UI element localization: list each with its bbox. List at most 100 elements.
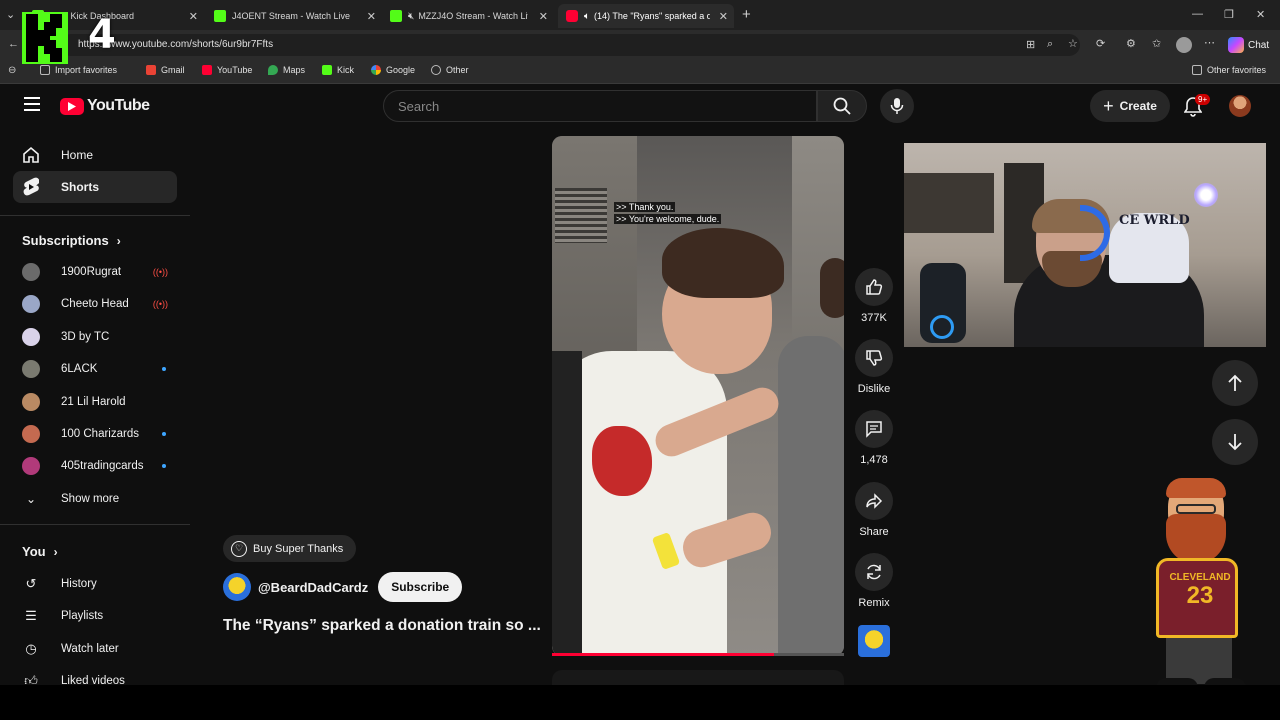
url-field[interactable]: https://www.youtube.com/shorts/6ur9br7Ff… xyxy=(60,34,1080,56)
subscription-item[interactable]: 1900Rugrat ((•)) xyxy=(22,260,172,284)
bookmark-google[interactable]: Google xyxy=(371,65,415,75)
watch-later-icon: ◷ xyxy=(25,641,37,656)
subscription-item[interactable]: 405tradingcards xyxy=(22,454,172,478)
subscription-item[interactable]: 3D by TC xyxy=(22,325,172,349)
avatar-glasses xyxy=(1176,504,1216,514)
voice-search-button[interactable] xyxy=(880,89,914,123)
other-favorites-folder[interactable]: Other favorites xyxy=(1192,65,1266,75)
bookmark-gmail[interactable]: Gmail xyxy=(146,65,185,75)
speaker-icon[interactable]: 🔈︎ xyxy=(584,11,590,22)
channel-avatar xyxy=(22,328,40,346)
close-tab-icon[interactable]: ✕ xyxy=(719,10,728,23)
muted-speaker-icon[interactable]: 🔇︎ xyxy=(408,11,414,22)
subscription-item[interactable]: Cheeto Head ((•)) xyxy=(22,292,172,316)
more-icon[interactable]: ⋯ xyxy=(1204,36,1215,49)
close-tab-icon[interactable]: ✕ xyxy=(189,10,198,23)
browser-tab-2[interactable]: J4OENT Stream - Watch Live on Ki ✕ xyxy=(206,4,382,28)
browser-tab-4[interactable]: 🔈︎ (14) The "Ryans" sparked a do ✕ xyxy=(558,4,734,28)
live-indicator-icon: ((•)) xyxy=(152,267,168,277)
close-tab-icon[interactable]: ✕ xyxy=(539,10,548,23)
share-icon xyxy=(855,482,893,520)
notifications-button[interactable]: 9+ xyxy=(1183,94,1211,122)
browser-tab-3[interactable]: 🔇︎ MZZJ4O Stream - Watch Live ✕ xyxy=(382,4,554,28)
bookmark-import-favorites[interactable]: Import favorites xyxy=(40,65,117,75)
bookmark-kick[interactable]: Kick xyxy=(322,65,354,75)
tab-list-icon[interactable]: ⌄ xyxy=(6,8,15,21)
favorite-star-icon[interactable]: ☆ xyxy=(1068,37,1078,50)
sound-thumbnail[interactable] xyxy=(858,625,890,657)
globe-icon xyxy=(431,65,441,75)
comment-icon xyxy=(855,410,893,448)
app-icon[interactable]: ⊞ xyxy=(1026,38,1035,51)
channel-row: @BeardDadCardz Subscribe xyxy=(223,571,463,603)
search-input[interactable]: Search xyxy=(383,90,817,122)
short-title[interactable]: The “Ryans” sparked a donation train so … xyxy=(223,617,541,635)
close-window-icon[interactable]: ✕ xyxy=(1256,8,1265,21)
jersey-number-text: 23 xyxy=(1186,582,1214,609)
remix-button[interactable]: Remix xyxy=(852,553,896,609)
caption-line-1: >> Thank you. xyxy=(614,202,676,212)
bookmark-youtube[interactable]: YouTube xyxy=(202,65,252,75)
channel-name[interactable]: @BeardDadCardz xyxy=(258,580,368,595)
minimize-icon[interactable]: — xyxy=(1192,8,1203,20)
channel-avatar[interactable] xyxy=(223,573,251,601)
background-person xyxy=(778,336,844,656)
refresh-icon[interactable]: ⟳ xyxy=(1096,37,1105,50)
account-avatar[interactable] xyxy=(1229,95,1251,117)
collections-icon[interactable]: ✩ xyxy=(1152,37,1161,50)
video-progress-bar[interactable] xyxy=(552,653,844,656)
home-icon xyxy=(13,146,49,164)
chevron-right-icon: › xyxy=(53,544,58,559)
like-button[interactable]: 377K xyxy=(852,268,896,324)
channel-avatar xyxy=(22,393,40,411)
short-video-player[interactable]: >> Thank you. >> You're welcome, dude. xyxy=(552,136,844,656)
previous-short-button[interactable] xyxy=(1212,360,1258,406)
sidebar-item-history[interactable]: ↺ History xyxy=(22,572,172,596)
show-more-button[interactable]: ⌄ Show more xyxy=(22,487,172,511)
search-button[interactable] xyxy=(817,90,867,122)
profile-icon[interactable] xyxy=(1176,37,1192,53)
zoom-icon[interactable]: ⌕ xyxy=(1047,38,1053,51)
arrow-up-icon xyxy=(1228,374,1242,391)
subscription-item[interactable]: 21 Lil Harold xyxy=(22,390,172,414)
new-tab-icon[interactable]: + xyxy=(742,6,751,23)
subscriptions-heading[interactable]: Subscriptions › xyxy=(22,233,121,248)
bookmark-other[interactable]: Other xyxy=(431,65,469,75)
back-icon[interactable]: ← xyxy=(8,38,19,50)
channel-avatar xyxy=(22,425,40,443)
sidebar-item-home[interactable]: Home xyxy=(13,139,177,171)
close-tab-icon[interactable]: ✕ xyxy=(367,10,376,23)
youtube-play-icon xyxy=(60,97,84,115)
share-button[interactable]: Share xyxy=(852,482,896,538)
avatar-hair xyxy=(1166,478,1226,498)
create-button[interactable]: + Create xyxy=(1090,90,1170,122)
subscription-item[interactable]: 100 Charizards xyxy=(22,422,172,446)
next-short-button[interactable] xyxy=(1212,419,1258,465)
sidebar-item-watch-later[interactable]: ◷ Watch later xyxy=(22,637,172,661)
thumbs-down-icon xyxy=(855,339,893,377)
hamburger-menu-icon[interactable] xyxy=(24,97,40,111)
subscription-item[interactable]: 6LACK xyxy=(22,357,172,381)
comments-button[interactable]: 1,478 xyxy=(852,410,896,466)
restore-icon[interactable]: ❐ xyxy=(1224,8,1234,21)
sidebar-divider xyxy=(0,524,190,525)
copilot-chat-button[interactable]: Chat xyxy=(1228,37,1269,53)
sidebar-item-shorts[interactable]: Shorts xyxy=(13,171,177,203)
copilot-icon xyxy=(1228,37,1244,53)
new-content-dot xyxy=(162,367,166,371)
kick-overlay-logo xyxy=(22,12,68,64)
subscribe-button[interactable]: Subscribe xyxy=(378,572,463,602)
sidebar-item-playlists[interactable]: ☰ Playlists xyxy=(22,604,172,628)
browser-address-bar: ← https://www.youtube.com/shorts/6ur9br7… xyxy=(0,30,1280,60)
extensions-icon[interactable]: ⚙ xyxy=(1126,37,1136,50)
youtube-logo[interactable]: YouTube xyxy=(60,97,150,115)
sidebar-toggle-icon[interactable]: ⊖ xyxy=(8,65,16,76)
super-thanks-button[interactable]: ♡ Buy Super Thanks xyxy=(223,535,357,562)
cartoon-avatar-overlay: CLEVELAND 23 xyxy=(1148,478,1258,718)
youtube-masthead: YouTube Search + Create 9+ xyxy=(0,85,1280,129)
bookmark-maps[interactable]: Maps xyxy=(268,65,305,75)
you-heading[interactable]: You › xyxy=(22,544,58,559)
kick-k-icon xyxy=(26,14,62,62)
kitchen-cabinets xyxy=(904,173,994,233)
dislike-button[interactable]: Dislike xyxy=(852,339,896,395)
